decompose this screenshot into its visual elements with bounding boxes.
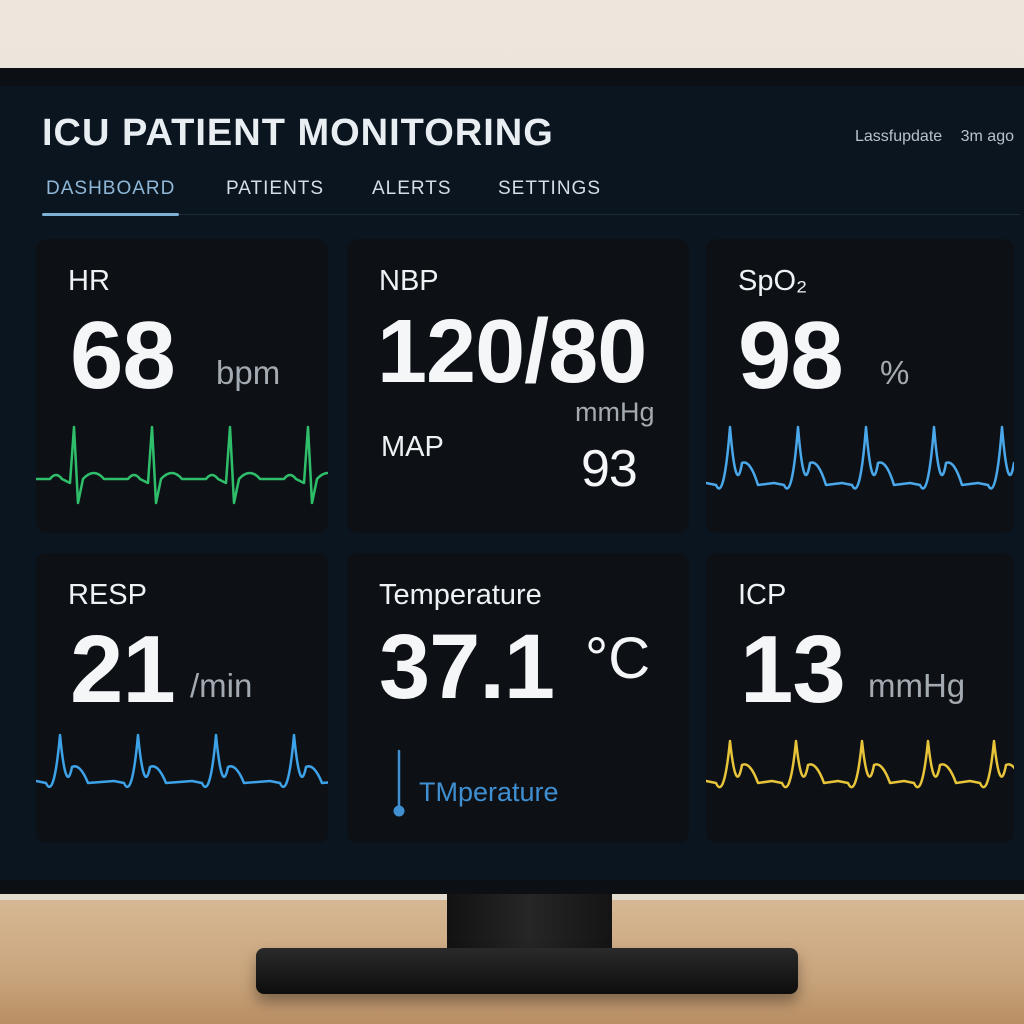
icp-value: 13 <box>740 616 846 723</box>
temperature-value: 37.1 <box>379 616 555 718</box>
thermometer-icon <box>393 749 405 817</box>
icp-label: ICP <box>738 579 787 611</box>
spo2-label: SpO₂ <box>738 265 808 297</box>
last-update-value: 3m ago <box>960 128 1014 145</box>
spo2-card[interactable]: SpO₂ 98 % <box>706 239 1014 533</box>
nbp-value: 120/80 <box>377 302 647 402</box>
icp-unit: mmHg <box>868 667 966 704</box>
hr-unit: bpm <box>216 354 281 391</box>
nav-tabs: DASHBOARD PATIENTS ALERTS SETTINGS <box>41 178 1020 216</box>
hr-waveform <box>36 425 328 505</box>
resp-unit: /min <box>190 667 253 704</box>
page-title: ICU PATIENT MONITORING <box>42 112 554 154</box>
tab-patients[interactable]: PATIENTS <box>226 178 324 212</box>
map-value: 93 <box>581 440 638 498</box>
tab-dashboard[interactable]: DASHBOARD <box>41 178 180 216</box>
temperature-label: Temperature <box>379 579 542 611</box>
nbp-card[interactable]: NBP 120/80 mmHg MAP 93 <box>347 239 689 533</box>
resp-waveform <box>36 733 328 789</box>
tab-alerts[interactable]: ALERTS <box>372 178 452 212</box>
nbp-unit: mmHg <box>575 397 655 427</box>
monitor-stand-base <box>256 948 798 994</box>
nbp-label: NBP <box>379 265 439 297</box>
resp-label: RESP <box>68 579 147 611</box>
temperature-card[interactable]: Temperature 37.1 °C TMperature <box>347 553 689 843</box>
resp-card[interactable]: RESP 21 /min <box>36 553 328 843</box>
last-update-label: Lassfupdate <box>854 128 943 145</box>
last-update: Lassfupdate 3m ago <box>855 128 1014 146</box>
hr-label: HR <box>68 265 110 297</box>
hr-value: 68 <box>70 302 176 409</box>
icp-card[interactable]: ICP 13 mmHg <box>706 553 1014 843</box>
temperature-unit: °C <box>585 626 651 691</box>
icp-waveform <box>706 739 1014 789</box>
map-label: MAP <box>381 431 444 463</box>
hr-card[interactable]: HR 68 bpm <box>36 239 328 533</box>
tab-settings[interactable]: SETTINGS <box>498 178 601 212</box>
temperature-caption: TMperature <box>419 777 559 807</box>
spo2-value: 98 <box>738 302 844 409</box>
spo2-unit: % <box>880 354 910 391</box>
resp-value: 21 <box>70 616 176 723</box>
monitor-screen: ICU PATIENT MONITORING Lassfupdate 3m ag… <box>0 86 1024 880</box>
spo2-waveform <box>706 425 1014 490</box>
